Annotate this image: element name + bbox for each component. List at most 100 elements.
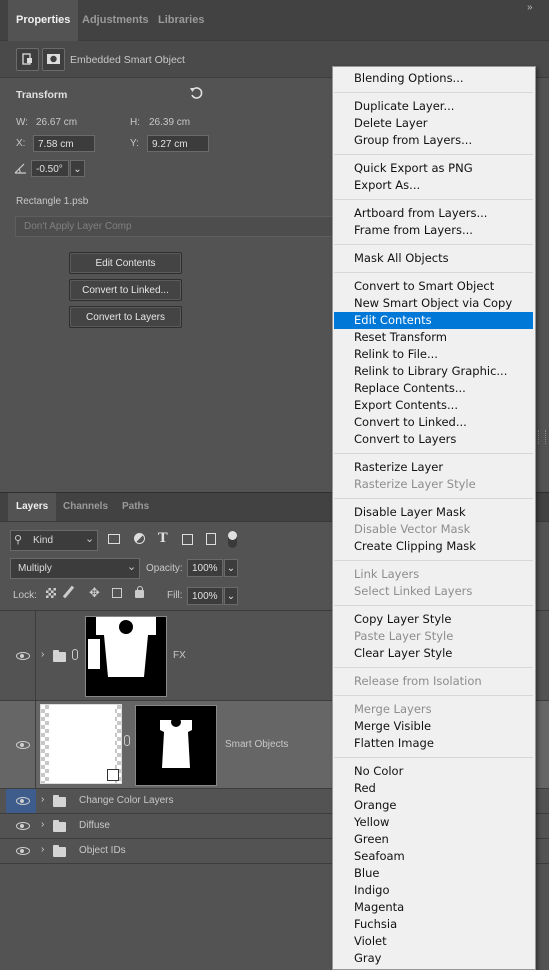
layer-name[interactable]: Object IDs — [79, 845, 126, 856]
menu-item-yellow[interactable]: Yellow — [334, 814, 533, 831]
tab-adjustments[interactable]: Adjustments — [74, 0, 157, 40]
filter-toggle[interactable] — [228, 531, 237, 548]
tab-layers[interactable]: Layers — [8, 493, 57, 521]
search-icon: ⚲ — [14, 534, 23, 546]
lock-transparent-icon[interactable] — [46, 588, 56, 598]
opacity-input[interactable]: 100% — [187, 559, 223, 577]
menu-item-replace-contents[interactable]: Replace Contents... — [334, 380, 533, 397]
expand-chevron-icon[interactable]: › — [41, 819, 44, 830]
filter-smart-object-icon[interactable] — [206, 533, 216, 545]
menu-item-reset-transform[interactable]: Reset Transform — [334, 329, 533, 346]
filter-shape-icon[interactable] — [182, 534, 193, 545]
visibility-eye-icon[interactable] — [16, 797, 30, 805]
w-value[interactable]: 26.67 cm — [36, 117, 77, 128]
expand-chevron-icon[interactable]: › — [41, 844, 44, 855]
fill-chevron-icon[interactable]: ⌄ — [224, 587, 238, 605]
tab-libraries[interactable]: Libraries — [150, 0, 212, 40]
menu-item-violet[interactable]: Violet — [334, 933, 533, 950]
menu-item-blending-options[interactable]: Blending Options... — [334, 70, 533, 87]
layer-name[interactable]: FX — [173, 650, 186, 661]
menu-item-convert-to-linked[interactable]: Convert to Linked... — [334, 414, 533, 431]
menu-item-create-clipping-mask[interactable]: Create Clipping Mask — [334, 538, 533, 555]
lock-brush-icon[interactable] — [62, 585, 75, 599]
layer-name[interactable]: Smart Objects — [225, 739, 288, 750]
filter-type-icon[interactable]: T — [158, 531, 168, 546]
menu-item-relink-to-file[interactable]: Relink to File... — [334, 346, 533, 363]
menu-item-rasterize-layer[interactable]: Rasterize Layer — [334, 459, 533, 476]
menu-item-merge-layers: Merge Layers — [354, 702, 432, 716]
transform-title: Transform — [16, 89, 68, 101]
menu-item-seafoam[interactable]: Seafoam — [334, 848, 533, 865]
menu-item-copy-layer-style[interactable]: Copy Layer Style — [334, 611, 533, 628]
tab-paths[interactable]: Paths — [114, 493, 157, 521]
menu-item-convert-to-smart-object[interactable]: Convert to Smart Object — [334, 278, 533, 295]
x-input[interactable]: 7.58 cm — [33, 135, 95, 152]
lock-move-icon[interactable]: ✥ — [89, 585, 100, 601]
menu-item-delete-layer[interactable]: Delete Layer — [334, 115, 533, 132]
angle-input[interactable]: -0.50° — [31, 160, 69, 177]
expand-chevron-icon[interactable]: › — [41, 794, 44, 805]
menu-item-convert-to-layers[interactable]: Convert to Layers — [334, 431, 533, 448]
menu-item-new-smart-object-via-copy[interactable]: New Smart Object via Copy — [334, 295, 533, 312]
menu-item-indigo[interactable]: Indigo — [334, 882, 533, 899]
menu-item-blue[interactable]: Blue — [334, 865, 533, 882]
edit-contents-button[interactable]: Edit Contents — [69, 252, 182, 274]
visibility-eye-icon[interactable] — [16, 741, 30, 749]
menu-item-flatten-image[interactable]: Flatten Image — [334, 735, 533, 752]
blend-mode-select[interactable]: Multiply ⌄ — [10, 558, 140, 579]
y-input[interactable]: 9.27 cm — [147, 135, 209, 152]
angle-dropdown-chevron-icon[interactable]: ⌄ — [70, 160, 85, 177]
menu-item-merge-visible[interactable]: Merge Visible — [334, 718, 533, 735]
lock-all-icon[interactable] — [135, 586, 144, 598]
menu-item-rasterize-layer-style: Rasterize Layer Style — [354, 477, 476, 491]
menu-item-group-from-layers[interactable]: Group from Layers... — [334, 132, 533, 149]
lock-artboard-icon[interactable] — [112, 588, 122, 598]
menu-item-fuchsia[interactable]: Fuchsia — [334, 916, 533, 933]
menu-item-edit-contents[interactable]: Edit Contents — [334, 312, 533, 329]
smart-object-doc-icon[interactable] — [16, 48, 39, 71]
layer-mask-thumbnail[interactable] — [135, 705, 217, 786]
filter-adjustment-icon[interactable] — [134, 533, 145, 544]
menu-item-red[interactable]: Red — [334, 780, 533, 797]
menu-item-no-color[interactable]: No Color — [334, 763, 533, 780]
visibility-eye-icon[interactable] — [16, 822, 30, 830]
opacity-chevron-icon[interactable]: ⌄ — [224, 559, 238, 577]
menu-item-clear-layer-style[interactable]: Clear Layer Style — [334, 645, 533, 662]
convert-to-layers-button[interactable]: Convert to Layers — [69, 306, 182, 328]
tab-channels[interactable]: Channels — [55, 493, 116, 521]
mask-icon[interactable] — [42, 48, 65, 71]
convert-to-linked-button[interactable]: Convert to Linked... — [69, 279, 182, 301]
menu-item-green[interactable]: Green — [334, 831, 533, 848]
folder-icon — [53, 795, 66, 807]
menu-item-frame-from-layers[interactable]: Frame from Layers... — [334, 222, 533, 239]
h-value[interactable]: 26.39 cm — [149, 117, 190, 128]
menu-item-export-contents[interactable]: Export Contents... — [334, 397, 533, 414]
menu-item-mask-all-objects[interactable]: Mask All Objects — [334, 250, 533, 267]
collapse-icon[interactable]: » — [527, 2, 532, 13]
layer-comp-select[interactable]: Don't Apply Layer Comp — [15, 216, 333, 237]
menu-item-duplicate-layer[interactable]: Duplicate Layer... — [334, 98, 533, 115]
layer-name[interactable]: Change Color Layers — [79, 795, 174, 806]
menu-item-magenta[interactable]: Magenta — [334, 899, 533, 916]
reset-transform-icon[interactable] — [189, 86, 203, 105]
menu-item-export-as[interactable]: Export As... — [334, 177, 533, 194]
filter-pixel-icon[interactable] — [108, 534, 120, 544]
layer-name[interactable]: Diffuse — [79, 820, 110, 831]
mask-link-icon[interactable] — [124, 735, 130, 746]
menu-item-quick-export-as-png[interactable]: Quick Export as PNG — [334, 160, 533, 177]
link-icon[interactable] — [72, 649, 78, 660]
menu-item-gray[interactable]: Gray — [334, 950, 533, 967]
filter-toggle-knob — [228, 531, 237, 540]
tab-properties[interactable]: Properties — [8, 0, 79, 41]
h-label: H: — [130, 117, 140, 128]
menu-item-disable-layer-mask[interactable]: Disable Layer Mask — [334, 504, 533, 521]
menu-item-relink-to-library-graphic[interactable]: Relink to Library Graphic... — [334, 363, 533, 380]
expand-chevron-icon[interactable]: › — [41, 649, 44, 660]
menu-item-artboard-from-layers[interactable]: Artboard from Layers... — [334, 205, 533, 222]
fill-input[interactable]: 100% — [187, 587, 223, 605]
filter-kind-select[interactable]: ⚲ Kind ⌄ — [10, 530, 98, 551]
menu-item-orange[interactable]: Orange — [334, 797, 533, 814]
visibility-eye-icon[interactable] — [16, 847, 30, 855]
panel-resize-grip[interactable] — [538, 430, 546, 444]
visibility-eye-icon[interactable] — [16, 652, 30, 660]
